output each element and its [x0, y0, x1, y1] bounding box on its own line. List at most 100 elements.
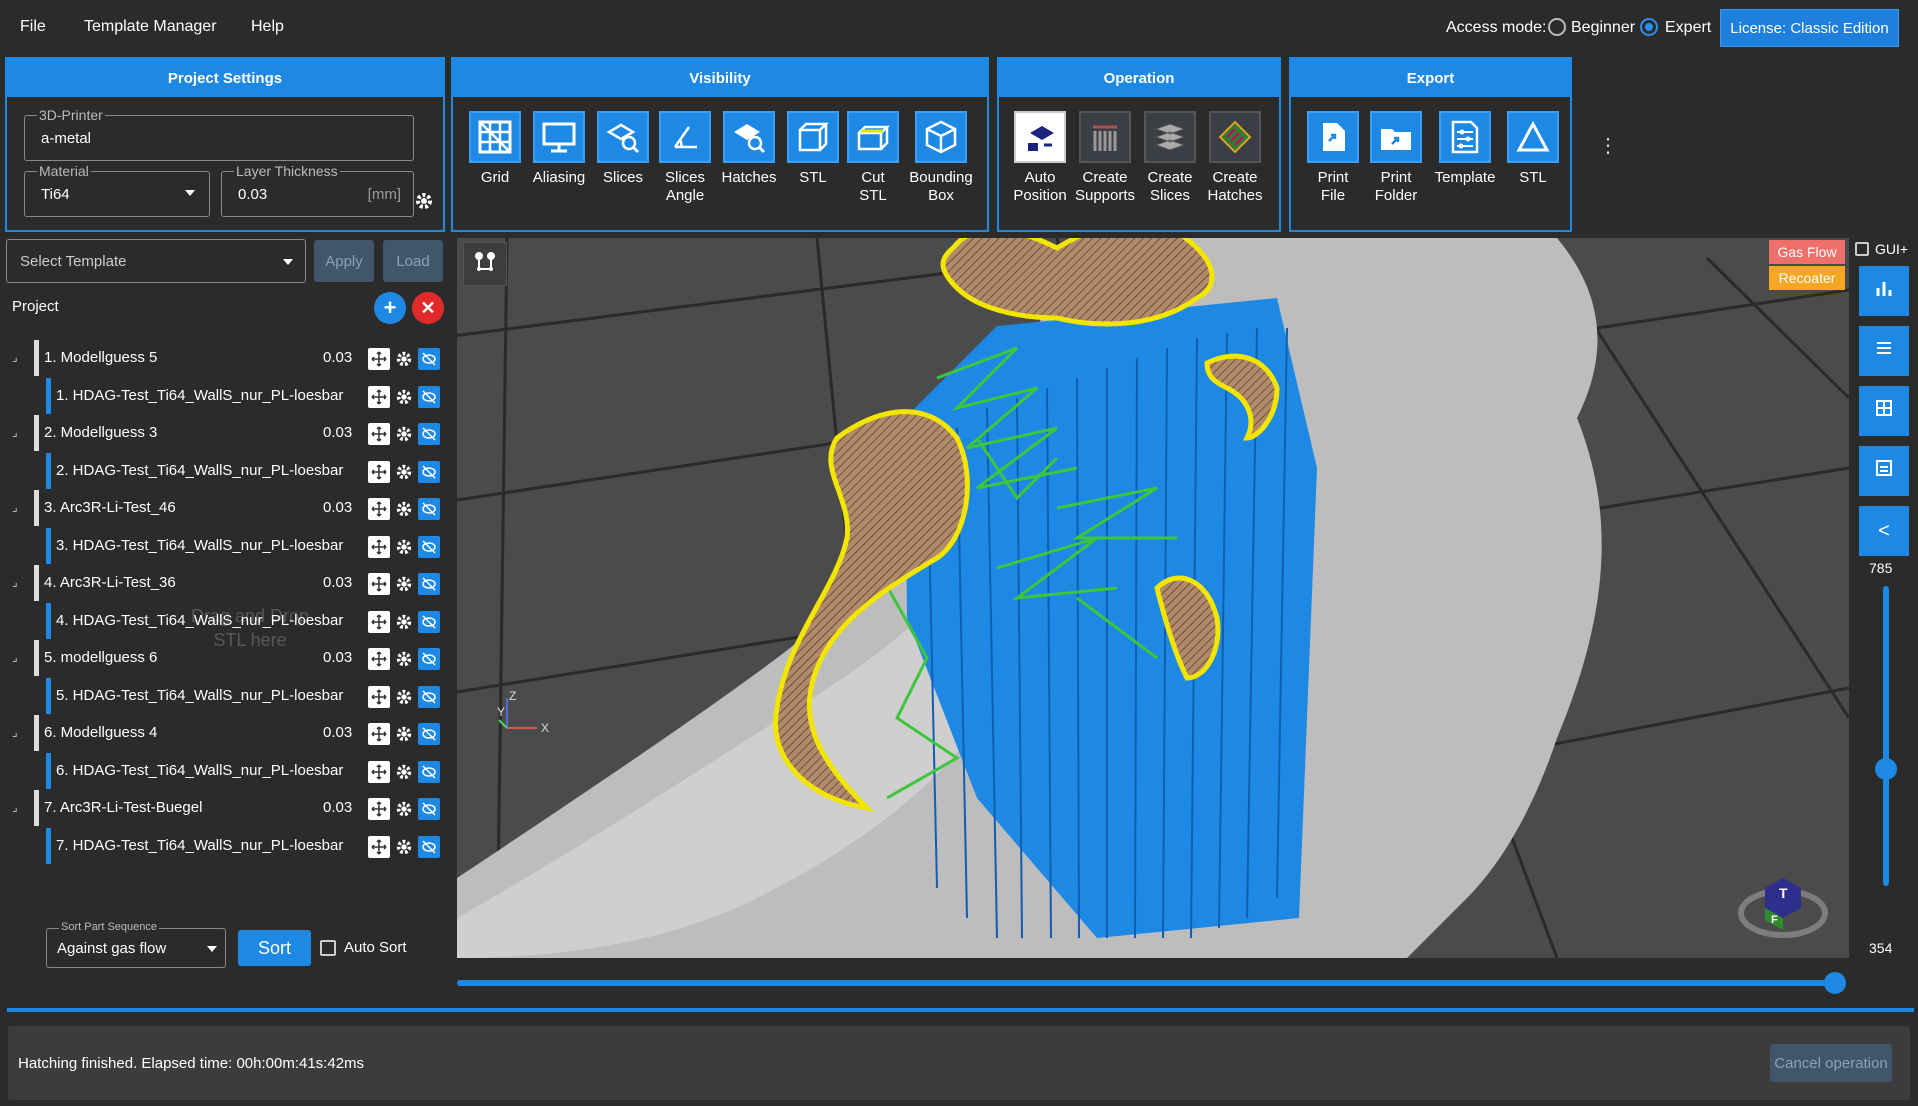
collapse-button[interactable]: <: [1859, 506, 1909, 556]
tree-child-row[interactable]: 1. HDAG-Test_Ti64_WallS_nur_PL-loesbar: [0, 377, 452, 414]
visibility-off-icon[interactable]: [418, 835, 440, 858]
gear-icon[interactable]: [393, 723, 415, 745]
move-icon[interactable]: [368, 535, 390, 558]
visibility-off-icon[interactable]: [418, 423, 440, 445]
list-view-button[interactable]: [1859, 326, 1909, 376]
visibility-off-icon[interactable]: [418, 648, 440, 670]
print-folder-button[interactable]: Print Folder: [1365, 111, 1427, 205]
more-vert-icon[interactable]: ⋮: [1598, 136, 1618, 156]
template-select[interactable]: Select Template: [6, 239, 306, 283]
layer-slider-track[interactable]: [457, 980, 1835, 986]
gear-icon[interactable]: [393, 423, 415, 445]
slices-angle-toggle[interactable]: Slices Angle: [653, 111, 717, 205]
gear-icon[interactable]: [393, 686, 415, 708]
tree-child-row[interactable]: 6. HDAG-Test_Ti64_WallS_nur_PL-loesbar: [0, 752, 452, 789]
expert-radio[interactable]: [1640, 18, 1658, 36]
visibility-off-icon[interactable]: [418, 573, 440, 595]
layer-slider-handle[interactable]: [1824, 972, 1846, 994]
grid-toggle[interactable]: Grid: [465, 111, 525, 187]
export-stl-button[interactable]: STL: [1503, 111, 1563, 187]
gear-icon[interactable]: [393, 648, 415, 670]
menu-help[interactable]: Help: [251, 18, 284, 36]
aliasing-toggle[interactable]: Aliasing: [525, 111, 593, 187]
visibility-off-icon[interactable]: [418, 385, 440, 408]
tree-child-row[interactable]: 3. HDAG-Test_Ti64_WallS_nur_PL-loesbar: [0, 527, 452, 564]
gui-plus-checkbox[interactable]: [1855, 242, 1869, 256]
move-icon[interactable]: [368, 498, 390, 520]
visibility-off-icon[interactable]: [418, 723, 440, 745]
expand-arrow-icon[interactable]: ⌟: [12, 650, 18, 664]
beginner-label[interactable]: Beginner: [1571, 19, 1635, 37]
visibility-off-icon[interactable]: [418, 348, 440, 370]
sort-button[interactable]: Sort: [238, 930, 311, 966]
material-select[interactable]: Material Ti64: [24, 163, 210, 217]
move-icon[interactable]: [368, 760, 390, 783]
visibility-off-icon[interactable]: [418, 460, 440, 483]
apply-button[interactable]: Apply: [314, 240, 374, 282]
tree-part-row[interactable]: ⌟ 7. Arc3R-Li-Test-Buegel 0.03: [0, 790, 452, 826]
create-supports-button[interactable]: Create Supports: [1073, 111, 1137, 205]
cut-stl-toggle[interactable]: Cut STL: [843, 111, 903, 205]
move-icon[interactable]: [368, 835, 390, 858]
expand-arrow-icon[interactable]: ⌟: [12, 425, 18, 439]
gear-icon[interactable]: [393, 836, 415, 858]
create-slices-button[interactable]: Create Slices: [1139, 111, 1201, 205]
tree-part-row[interactable]: ⌟ 5. modellguess 6 0.03: [0, 640, 452, 676]
tree-part-row[interactable]: ⌟ 2. Modellguess 3 0.03: [0, 415, 452, 451]
create-hatches-button[interactable]: Create Hatches: [1203, 111, 1267, 205]
visibility-off-icon[interactable]: [418, 535, 440, 558]
layer-thickness-field[interactable]: Layer Thickness 0.03 [mm]: [221, 163, 414, 217]
gear-icon[interactable]: [393, 386, 415, 408]
gear-icon[interactable]: [393, 611, 415, 633]
gear-icon[interactable]: [393, 461, 415, 483]
expert-label[interactable]: Expert: [1665, 19, 1711, 37]
beginner-radio[interactable]: [1548, 18, 1566, 36]
cancel-operation-button[interactable]: Cancel operation: [1770, 1044, 1892, 1082]
expand-arrow-icon[interactable]: ⌟: [12, 800, 18, 814]
gear-icon[interactable]: [393, 573, 415, 595]
stats-button[interactable]: [1859, 266, 1909, 316]
tree-part-row[interactable]: ⌟ 3. Arc3R-Li-Test_46 0.03: [0, 490, 452, 526]
vertical-slider-handle[interactable]: [1875, 758, 1897, 780]
tree-part-row[interactable]: ⌟ 6. Modellguess 4 0.03: [0, 715, 452, 751]
move-icon[interactable]: [368, 685, 390, 708]
hatches-toggle[interactable]: Hatches: [717, 111, 781, 187]
camera-mode-button[interactable]: [463, 242, 507, 286]
load-button[interactable]: Load: [383, 240, 443, 282]
move-icon[interactable]: [368, 460, 390, 483]
tree-child-row[interactable]: 2. HDAG-Test_Ti64_WallS_nur_PL-loesbar: [0, 452, 452, 489]
gear-icon[interactable]: [393, 798, 415, 820]
slices-toggle[interactable]: Slices: [593, 111, 653, 187]
expand-arrow-icon[interactable]: ⌟: [12, 725, 18, 739]
move-icon[interactable]: [368, 648, 390, 670]
menu-template-manager[interactable]: Template Manager: [84, 18, 217, 36]
move-icon[interactable]: [368, 348, 390, 370]
move-icon[interactable]: [368, 610, 390, 633]
visibility-off-icon[interactable]: [418, 498, 440, 520]
move-icon[interactable]: [368, 723, 390, 745]
remove-part-button[interactable]: ✕: [412, 292, 444, 324]
3d-viewport[interactable]: Z Y X T F Gas Flow Recoater: [457, 238, 1849, 958]
auto-sort-checkbox[interactable]: [320, 940, 336, 956]
expand-arrow-icon[interactable]: ⌟: [12, 500, 18, 514]
expand-arrow-icon[interactable]: ⌟: [12, 575, 18, 589]
view-cube[interactable]: T F: [1738, 878, 1828, 938]
visibility-off-icon[interactable]: [418, 798, 440, 820]
tree-child-row[interactable]: 7. HDAG-Test_Ti64_WallS_nur_PL-loesbar: [0, 827, 452, 864]
gear-icon[interactable]: [393, 348, 415, 370]
auto-position-button[interactable]: Auto Position: [1009, 111, 1071, 205]
sort-sequence-select[interactable]: Sort Part Sequence Against gas flow: [46, 921, 226, 968]
grid-view-button[interactable]: [1859, 386, 1909, 436]
gear-icon[interactable]: [393, 498, 415, 520]
visibility-off-icon[interactable]: [418, 685, 440, 708]
printer-field[interactable]: 3D-Printer a-metal: [24, 107, 414, 161]
vertical-slider-track[interactable]: [1883, 586, 1889, 886]
move-icon[interactable]: [368, 798, 390, 820]
visibility-off-icon[interactable]: [418, 760, 440, 783]
tree-part-row[interactable]: ⌟ 1. Modellguess 5 0.03: [0, 340, 452, 376]
details-button[interactable]: [1859, 446, 1909, 496]
visibility-off-icon[interactable]: [418, 610, 440, 633]
gear-icon[interactable]: [414, 191, 434, 216]
export-template-button[interactable]: Template: [1429, 111, 1501, 187]
move-icon[interactable]: [368, 385, 390, 408]
